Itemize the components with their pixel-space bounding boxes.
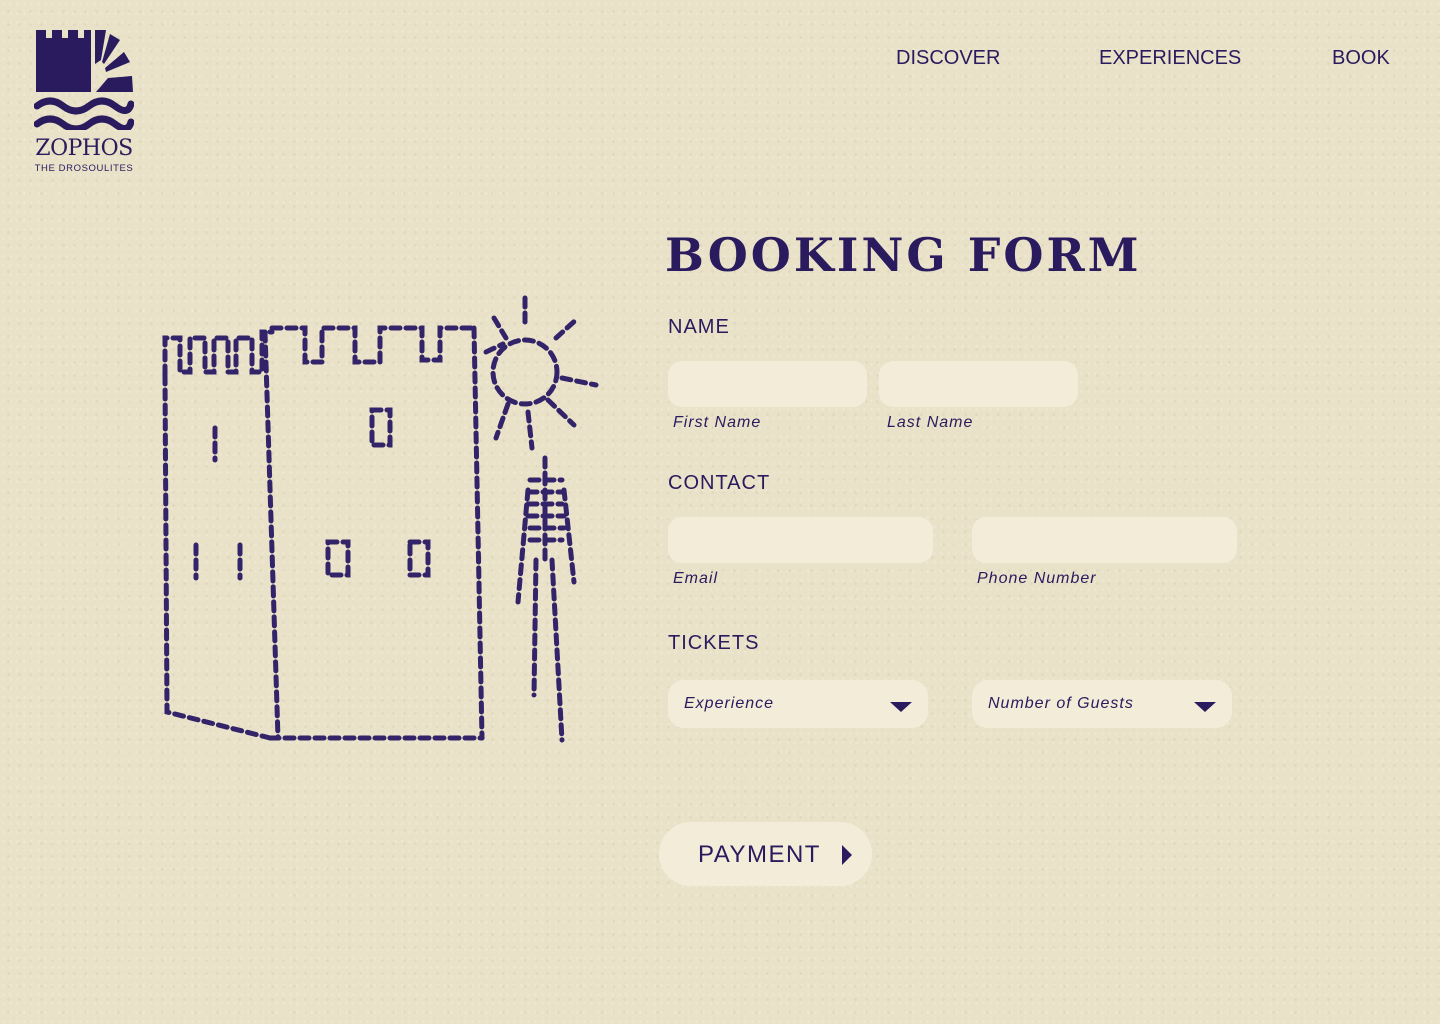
email-input[interactable]: [668, 517, 933, 563]
payment-button-label: PAYMENT: [698, 841, 821, 868]
page-title: BOOKING FORM: [665, 228, 1142, 282]
caret-down-icon: [890, 702, 912, 712]
brand-name: ZOPHOS: [35, 136, 133, 161]
phone-number-caption: Phone Number: [977, 570, 1097, 587]
nav-item-book[interactable]: BOOK: [1332, 47, 1390, 70]
experience-select-value: Experience: [684, 695, 775, 712]
section-label-tickets: TICKETS: [668, 632, 760, 654]
guests-select-value: Number of Guests: [988, 695, 1134, 712]
castle-waves-logo-icon: [34, 30, 134, 130]
email-caption: Email: [673, 570, 719, 587]
brand-tagline: THE DROSOULITES: [34, 163, 134, 174]
stitched-castle-illustration: [162, 295, 599, 743]
nav-item-discover[interactable]: DISCOVER: [896, 47, 1000, 70]
section-label-contact: CONTACT: [668, 472, 771, 494]
last-name-input[interactable]: [879, 361, 1078, 407]
caret-down-icon: [1194, 702, 1216, 712]
payment-button[interactable]: PAYMENT: [659, 822, 872, 886]
guests-select[interactable]: Number of Guests: [972, 680, 1232, 728]
last-name-caption: Last Name: [887, 414, 974, 431]
caret-right-icon: [842, 845, 852, 865]
first-name-caption: First Name: [673, 414, 762, 431]
nav-item-experiences[interactable]: EXPERIENCES: [1099, 47, 1241, 70]
experience-select[interactable]: Experience: [668, 680, 928, 728]
phone-number-input[interactable]: [972, 517, 1237, 563]
section-label-name: NAME: [668, 316, 730, 338]
first-name-input[interactable]: [668, 361, 867, 407]
brand-logo[interactable]: ZOPHOS THE DROSOULITES: [34, 30, 136, 174]
